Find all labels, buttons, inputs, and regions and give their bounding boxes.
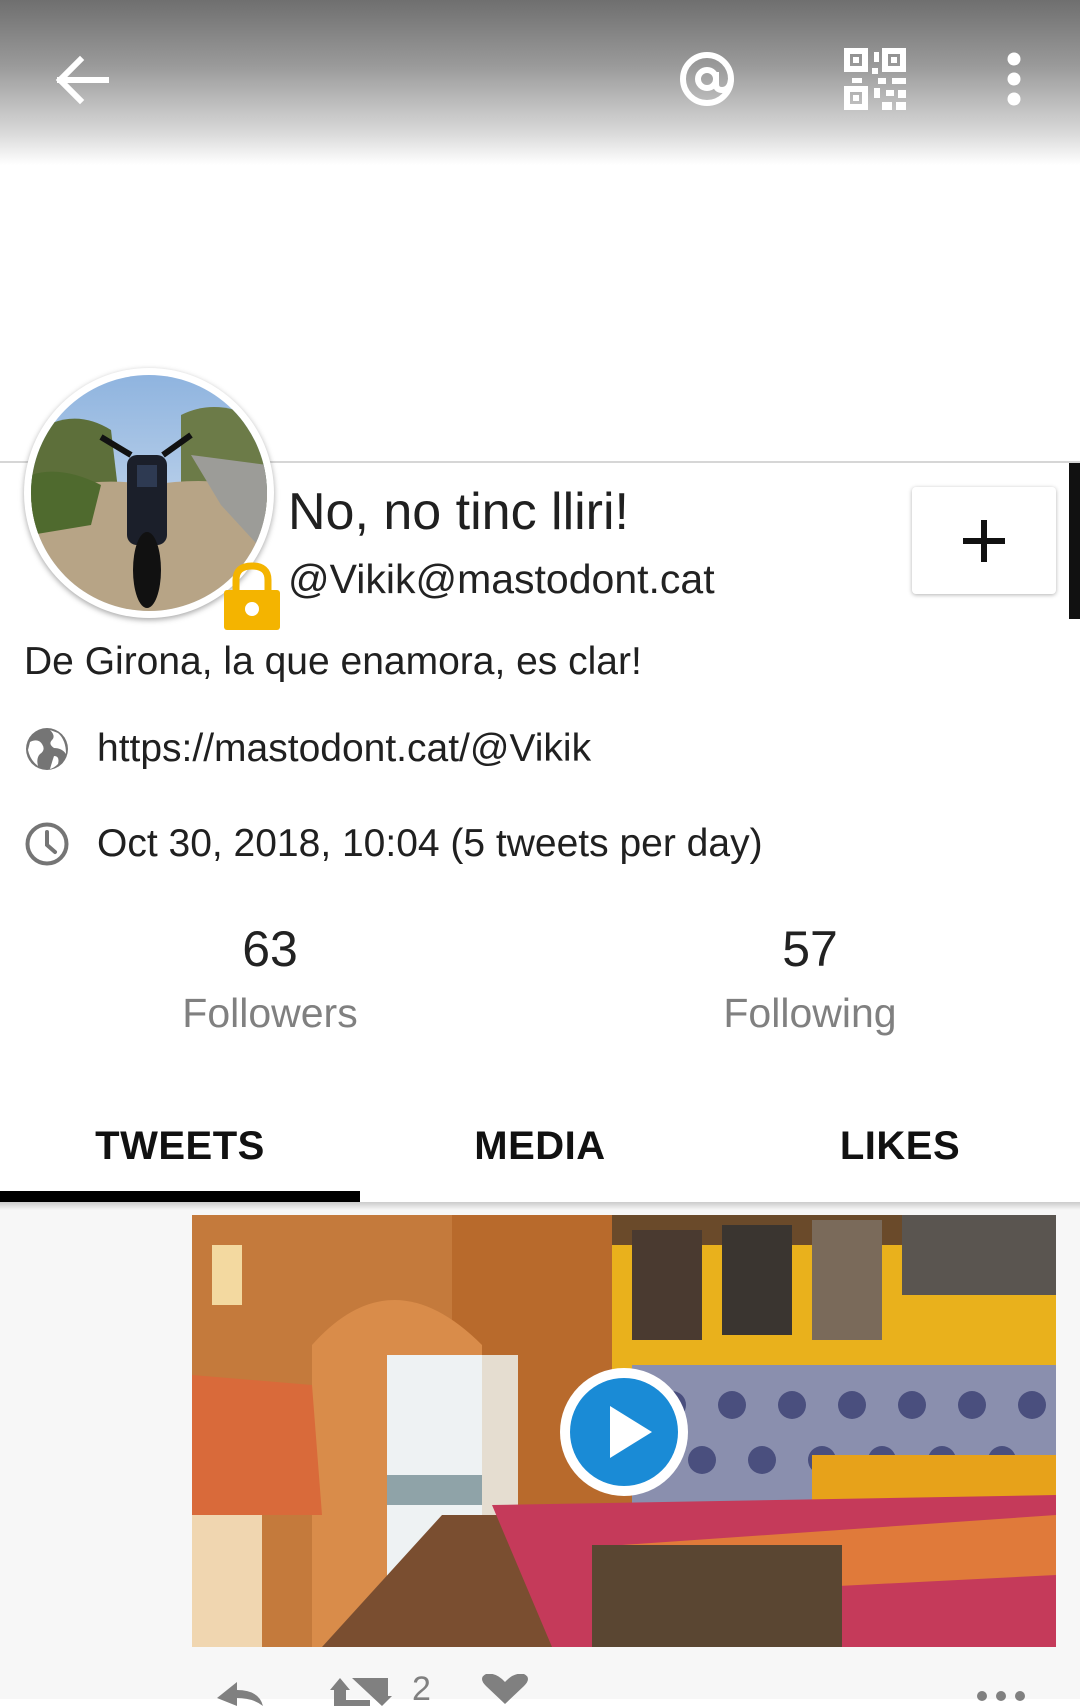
profile-tabs: TWEETS MEDIA LIKES bbox=[0, 1090, 1080, 1202]
tabs-shadow bbox=[0, 1202, 1080, 1210]
profile-url-row: https://mastodont.cat/@Vikik bbox=[24, 726, 591, 772]
display-name: No, no tinc lliri! bbox=[288, 483, 629, 541]
joined-date-row: Oct 30, 2018, 10:04 (5 tweets per day) bbox=[24, 821, 763, 867]
joined-date-text: Oct 30, 2018, 10:04 (5 tweets per day) bbox=[97, 822, 763, 865]
follow-button[interactable] bbox=[912, 487, 1056, 594]
account-handle: @Vikik@mastodont.cat bbox=[288, 556, 715, 602]
qr-code-button[interactable] bbox=[842, 46, 908, 112]
profile-bio: De Girona, la que enamora, es clar! bbox=[24, 640, 642, 683]
more-vertical-icon bbox=[1007, 52, 1021, 106]
play-video-button[interactable] bbox=[558, 1366, 690, 1498]
tab-media[interactable]: MEDIA bbox=[360, 1090, 720, 1202]
retweet-count: 2 bbox=[412, 1670, 431, 1708]
more-options-button[interactable] bbox=[994, 46, 1034, 112]
mention-button[interactable] bbox=[676, 46, 738, 112]
tweet-actions: 2 bbox=[0, 1660, 1080, 1706]
locked-account-icon bbox=[222, 562, 282, 630]
reply-icon[interactable] bbox=[215, 1676, 265, 1706]
clock-icon bbox=[25, 822, 69, 866]
following-stat[interactable]: 57 Following bbox=[660, 919, 960, 1041]
at-sign-icon bbox=[680, 52, 734, 106]
following-label: Following bbox=[723, 990, 897, 1036]
more-horizontal-icon[interactable] bbox=[976, 1690, 1026, 1702]
tab-selected-indicator bbox=[0, 1191, 360, 1202]
heart-icon[interactable] bbox=[478, 1674, 532, 1704]
scroll-indicator bbox=[1069, 463, 1080, 619]
plus-icon bbox=[963, 519, 1005, 562]
profile-url-link[interactable]: https://mastodont.cat/@Vikik bbox=[97, 727, 591, 771]
followers-count: 63 bbox=[242, 921, 298, 977]
arrow-back-icon bbox=[55, 55, 109, 105]
qr-code-icon bbox=[844, 48, 906, 110]
back-button[interactable] bbox=[50, 52, 114, 108]
globe-icon bbox=[26, 728, 68, 770]
following-count: 57 bbox=[782, 921, 838, 977]
tab-tweets[interactable]: TWEETS bbox=[0, 1090, 360, 1202]
followers-label: Followers bbox=[182, 990, 358, 1036]
toolbar bbox=[0, 0, 1080, 165]
play-icon bbox=[560, 1368, 688, 1496]
retweet-icon[interactable] bbox=[330, 1676, 392, 1706]
tab-likes[interactable]: LIKES bbox=[720, 1090, 1080, 1202]
followers-stat[interactable]: 63 Followers bbox=[120, 919, 420, 1041]
